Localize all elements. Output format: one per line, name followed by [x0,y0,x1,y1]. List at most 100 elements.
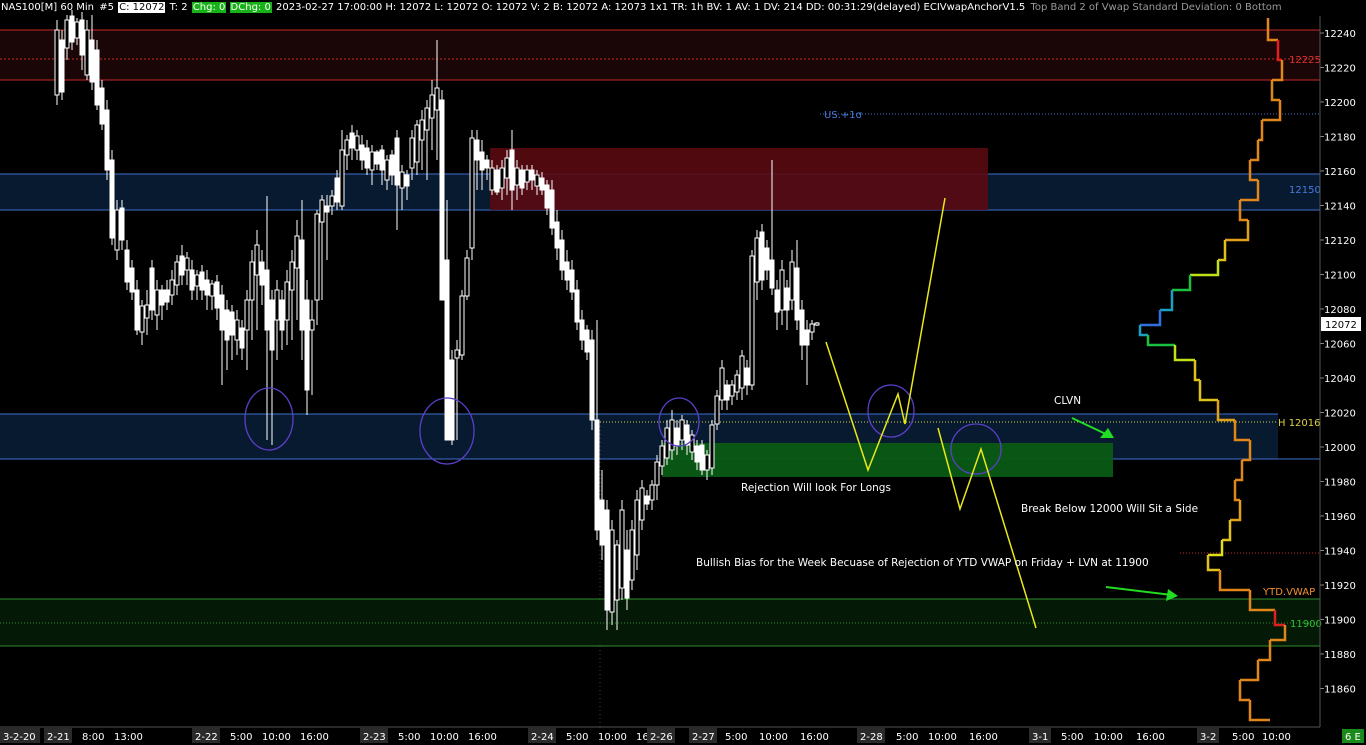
candle-body [579,319,585,341]
candle-body [489,167,495,191]
candle-body [104,109,110,171]
price-tick-label: 12160 [1324,167,1356,178]
candle-body [429,94,435,119]
candle-body [539,177,545,191]
profile-segment [1235,460,1244,482]
profile-segment [1270,80,1280,102]
candle-body [219,294,225,331]
bias-label: Bullish Bias for the Week Becuase of Rej… [696,557,1149,569]
candle-body [799,309,805,346]
candle-body [79,19,85,56]
candlestick-series [54,10,820,630]
candle-body [729,384,735,397]
price-tick-label: 12040 [1324,374,1356,385]
candle-body [544,184,550,209]
candle-body [379,149,385,171]
time-label: 5:00 [1232,732,1254,743]
candle-body [209,283,215,297]
candle-body [479,151,485,171]
candle-body [634,499,640,556]
candle-body [574,289,580,323]
candle-body [784,287,790,311]
candle-body [149,267,155,311]
day-label: 3-2 [1200,732,1216,743]
candle-body [324,205,330,213]
profile-segment [1190,260,1220,277]
candle-body [114,209,120,251]
candle-body [329,195,335,207]
candle-body [789,261,795,301]
candle-body [674,427,680,447]
price-axis[interactable]: 12240 12220 12200 12180 12160 12140 12120 12100… [1320,29,1356,696]
price-chart[interactable]: CLVN Rejection Will look For Longs Break… [0,0,1366,745]
corner-badge[interactable]: 6 E [1345,732,1361,743]
candle-body [714,395,720,425]
candle-body [89,39,95,83]
profile-segment [1193,360,1200,382]
candle-body [509,149,515,191]
time-label: 16:00 [1136,732,1165,743]
candle-body [404,174,410,187]
candle-body [339,149,345,207]
price-tick-label: 12100 [1324,271,1356,282]
candle-body [174,261,180,286]
ytd-vwap-label: YTD.VWAP [1262,587,1315,598]
candle-body [409,137,415,169]
time-label: 16:00 [300,732,329,743]
candle-body [229,311,235,336]
candle-body [299,239,305,331]
candle-body [749,255,755,386]
day-label: 2-21 [47,732,70,743]
level-11900-label: 11900 [1290,619,1322,630]
candle-body [199,271,205,291]
candle-body [364,147,370,169]
time-label: 10:00 [928,732,957,743]
candle-body [529,169,535,181]
break-below-label: Break Below 12000 Will Sit a Side [1021,503,1198,515]
time-label: 13:00 [114,732,143,743]
supply-zone[interactable] [490,148,988,210]
price-tick-label: 12200 [1324,98,1356,109]
day-label: 2-22 [195,732,218,743]
level-12225-label: 12225 [1289,55,1321,66]
candle-body [184,257,190,271]
candle-body [514,167,520,186]
candle-body [494,169,500,193]
candle-body [654,461,660,486]
candle-body [659,445,665,467]
candle-body [189,269,195,291]
candle-body [769,259,775,289]
candle-body [684,424,690,446]
candle-body [609,529,615,613]
candle-body [124,249,130,283]
candle-body [624,549,630,599]
candle-body [134,289,140,331]
price-tick-label: 12220 [1324,64,1356,75]
candle-body [604,509,610,611]
candle-body [159,289,165,306]
candle-body [389,154,395,176]
candle-body [534,174,540,187]
candle-body [734,374,740,393]
candle-body [359,144,365,161]
price-tick-label: 12020 [1324,409,1356,420]
candle-body [94,49,100,106]
candle-body [139,305,145,333]
profile-segment [1146,335,1175,347]
price-tick-label: 12080 [1324,305,1356,316]
candle-body [449,359,455,441]
candle-body [424,107,430,131]
day-label: 2-26 [650,732,673,743]
candle-body [294,235,300,269]
candle-body [444,259,450,441]
candle-body [464,257,470,297]
profile-segment [1198,380,1218,402]
day-label: 2-24 [531,732,554,743]
price-tick-label: 12120 [1324,236,1356,247]
demand-zone[interactable] [662,443,1113,477]
candle-body [754,237,760,283]
price-tick-label: 11940 [1324,547,1356,558]
candle-body [704,454,710,471]
candle-body [649,484,655,501]
time-label: 10:00 [1262,732,1291,743]
